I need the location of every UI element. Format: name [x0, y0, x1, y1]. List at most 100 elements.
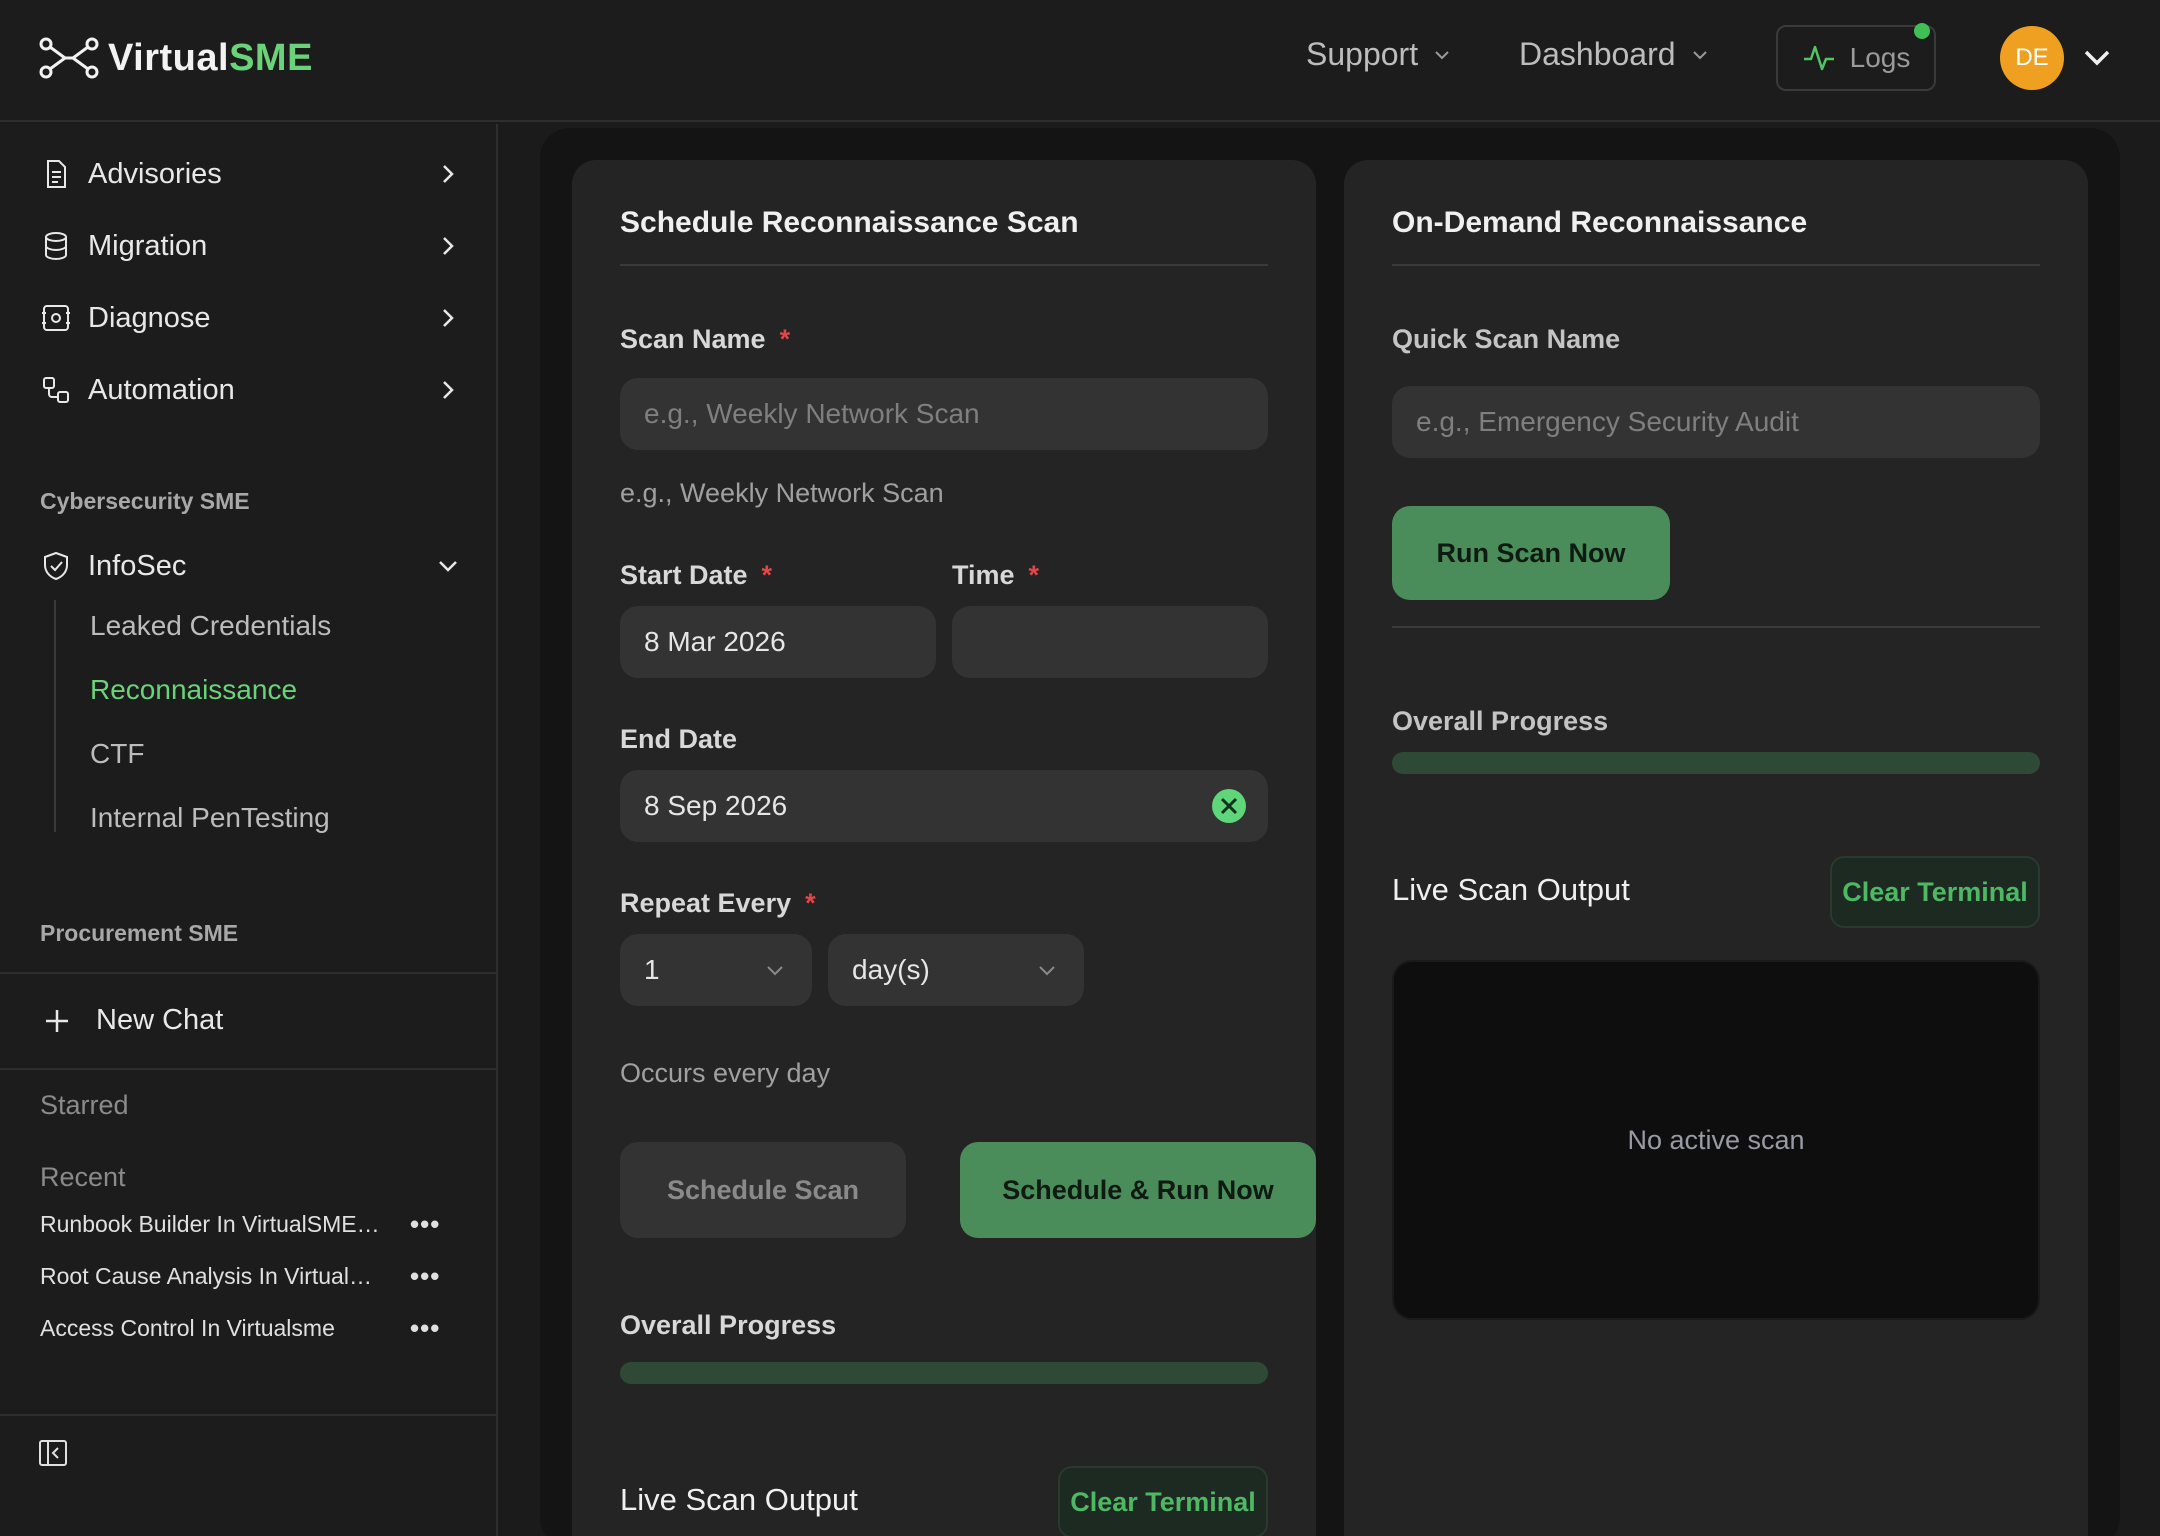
logs-button[interactable]: Logs: [1776, 23, 1936, 91]
on-demand-card: On-Demand Reconnaissance Quick Scan Name…: [1344, 160, 2088, 1536]
overall-progress-bar: [620, 1362, 1268, 1384]
sidebar-item-migration[interactable]: Migration: [40, 221, 460, 271]
database-icon: [45, 232, 67, 261]
terminal-output: No active scan: [1392, 960, 2040, 1320]
end-date-label: End Date: [620, 724, 738, 754]
scan-name-label: Scan Name *: [620, 324, 790, 355]
plus-icon: [46, 1009, 68, 1032]
starred-label: Starred: [40, 1090, 129, 1120]
schedule-scan-button[interactable]: Schedule Scan: [620, 1142, 906, 1238]
chevron-down-icon: [439, 561, 457, 572]
divider: [0, 972, 498, 974]
sidebar-item-label: Migration: [88, 229, 208, 262]
top-bar: VirtualSME Support Dashboard Logs DE: [0, 0, 2160, 122]
sidebar-item-label: Advisories: [88, 157, 222, 190]
collapse-sidebar-icon[interactable]: [38, 1438, 68, 1468]
repeat-label-text: Repeat Every: [620, 888, 792, 918]
chevron-down-icon: [1039, 966, 1055, 976]
chevron-right-icon: [443, 165, 454, 183]
recent-chat-item[interactable]: Runbook Builder In VirtualSME Platform •…: [40, 1204, 460, 1244]
quick-scan-name-input[interactable]: e.g., Emergency Security Audit: [1392, 386, 2040, 458]
end-date-value: 8 Sep 2026: [644, 790, 788, 821]
live-scan-output-title: Live Scan Output: [1392, 872, 1630, 907]
brand-name-prefix: Virtual: [108, 36, 230, 79]
end-date-input[interactable]: 8 Sep 2026: [620, 770, 1268, 842]
sidebar-item-label: Automation: [88, 373, 235, 406]
sidebar-subitem-leaked-credentials[interactable]: Leaked Credentials: [90, 610, 331, 642]
nav-support[interactable]: Support: [1306, 36, 1452, 73]
divider: [1392, 264, 2040, 266]
occurs-text: Occurs every day: [620, 1058, 831, 1088]
time-label-text: Time: [952, 560, 1015, 590]
repeat-count-value: 1: [644, 954, 660, 985]
section-label-procurement: Procurement SME: [40, 920, 239, 946]
new-chat-button[interactable]: New Chat: [44, 1004, 223, 1037]
clear-terminal-button[interactable]: Clear Terminal: [1830, 856, 2040, 928]
chevron-down-icon: [1692, 50, 1707, 59]
chevron-right-icon: [443, 237, 454, 255]
scan-name-hint: e.g., Weekly Network Scan: [620, 478, 944, 508]
logs-label: Logs: [1849, 42, 1911, 73]
nav-dashboard[interactable]: Dashboard: [1519, 36, 1710, 73]
recent-chat-title: Root Cause Analysis In VirtualSME: [40, 1262, 380, 1289]
avatar-initials: DE: [2015, 44, 2049, 71]
nav-support-label: Support: [1306, 36, 1419, 72]
repeat-unit-select[interactable]: day(s): [828, 934, 1084, 1006]
terminal-empty-message: No active scan: [1627, 1124, 1805, 1155]
sidebar-item-advisories[interactable]: Advisories: [40, 149, 460, 199]
repeat-unit-value: day(s): [852, 954, 930, 985]
on-demand-title: On-Demand Reconnaissance: [1392, 206, 1808, 239]
more-options-icon[interactable]: •••: [410, 1209, 440, 1240]
divider: [0, 1068, 498, 1070]
sidebar-item-diagnose[interactable]: Diagnose: [40, 293, 460, 343]
sidebar-subitem-internal-pentesting[interactable]: Internal PenTesting: [90, 802, 330, 834]
start-date-input[interactable]: 8 Mar 2026: [620, 606, 936, 678]
sidebar-item-label: InfoSec: [88, 549, 187, 582]
sidebar-subitem-ctf[interactable]: CTF: [90, 738, 144, 770]
account-menu-chevron-icon[interactable]: [2082, 46, 2112, 68]
sidebar-subitem-reconnaissance[interactable]: Reconnaissance: [90, 674, 297, 706]
overall-progress-label: Overall Progress: [1392, 706, 1609, 736]
network-logo-icon: [39, 37, 99, 79]
chevron-down-icon: [767, 966, 783, 976]
document-icon: [47, 160, 66, 188]
logs-status-dot: [1914, 23, 1930, 39]
live-scan-output-title: Live Scan Output: [620, 1482, 858, 1517]
avatar[interactable]: DE: [2000, 26, 2064, 90]
recent-chat-item[interactable]: Root Cause Analysis In VirtualSME •••: [40, 1256, 460, 1296]
recent-chat-item[interactable]: Access Control In Virtualsme •••: [40, 1308, 460, 1348]
activity-icon: [1803, 45, 1834, 71]
more-options-icon[interactable]: •••: [410, 1261, 440, 1292]
chevron-right-icon: [443, 381, 454, 399]
brand-name-accent: SME: [229, 36, 313, 79]
repeat-count-select[interactable]: 1: [620, 934, 812, 1006]
required-mark: *: [761, 560, 773, 590]
brand-name: VirtualSME: [108, 37, 313, 80]
divider: [1392, 626, 2040, 628]
more-options-icon[interactable]: •••: [410, 1313, 440, 1344]
divider: [0, 1414, 498, 1416]
sidebar-item-automation[interactable]: Automation: [40, 365, 460, 415]
required-mark: *: [1028, 560, 1040, 590]
divider: [620, 264, 1268, 266]
sidebar: Advisories Migration Diagnose Automation…: [0, 124, 498, 1536]
start-date-label: Start Date *: [620, 560, 772, 591]
clear-terminal-button[interactable]: Clear Terminal: [1058, 1466, 1268, 1536]
workflow-icon: [43, 377, 69, 403]
quick-scan-name-label: Quick Scan Name: [1392, 324, 1621, 354]
recent-chat-title: Runbook Builder In VirtualSME Platform: [40, 1210, 380, 1237]
run-scan-now-button[interactable]: Run Scan Now: [1392, 506, 1670, 600]
chevron-right-icon: [443, 309, 454, 327]
brand-logo[interactable]: VirtualSME: [38, 36, 313, 80]
nav-dashboard-label: Dashboard: [1519, 36, 1676, 72]
diagnose-icon: [42, 305, 70, 331]
schedule-scan-title: Schedule Reconnaissance Scan: [620, 206, 1079, 239]
scan-name-input[interactable]: e.g., Weekly Network Scan: [620, 378, 1268, 450]
sidebar-item-infosec[interactable]: InfoSec: [40, 541, 460, 591]
clear-date-icon[interactable]: [1212, 789, 1246, 823]
section-label-cybersecurity: Cybersecurity SME: [40, 488, 250, 514]
time-input[interactable]: [952, 606, 1268, 678]
submenu-guide-line: [54, 600, 56, 832]
schedule-run-now-button[interactable]: Schedule & Run Now: [960, 1142, 1316, 1238]
schedule-scan-card: Schedule Reconnaissance Scan Scan Name * …: [572, 160, 1316, 1536]
